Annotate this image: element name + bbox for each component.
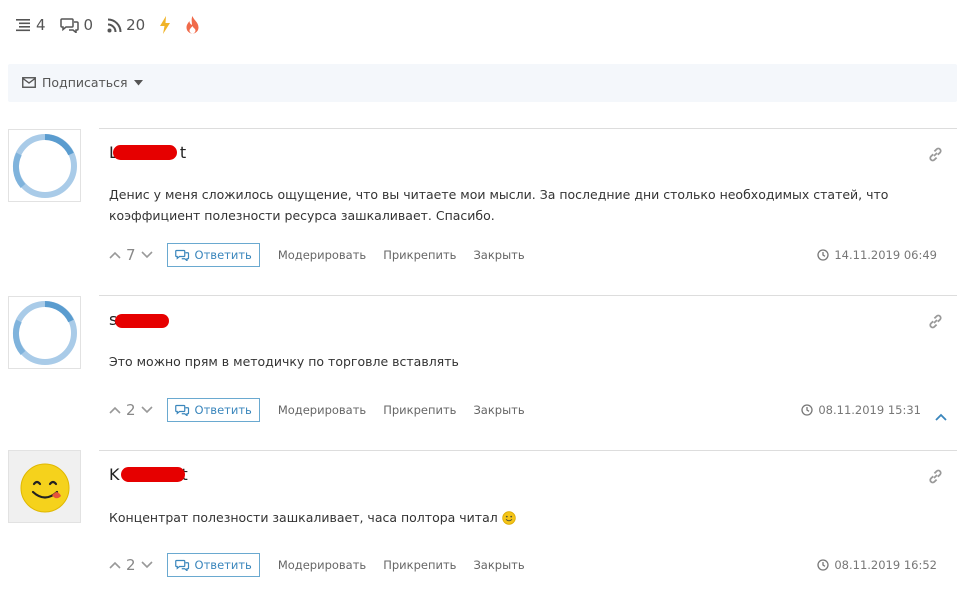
comments-icon: [174, 404, 189, 416]
comments-icon: [174, 249, 189, 261]
vote-widget: 2: [109, 401, 153, 419]
smiley-avatar: [20, 463, 69, 512]
loading-ring-avatar: [12, 300, 77, 365]
comment-body: s Это можно прям в методичку по торговле…: [99, 295, 957, 446]
reply-button[interactable]: Ответить: [166, 398, 260, 422]
chevron-up-icon: [109, 561, 121, 569]
comment-body: Lt Денис у меня сложилось ощущение, что …: [99, 128, 957, 279]
chevron-up-icon: [109, 251, 121, 259]
pin-link[interactable]: Прикрепить: [383, 248, 456, 262]
redaction-mark: [115, 314, 169, 328]
lightning-icon: [160, 16, 171, 34]
chevron-down-icon: [140, 406, 153, 414]
comments-icon: [59, 18, 79, 33]
moderate-link[interactable]: Модерировать: [278, 558, 366, 572]
rss-count: 20: [126, 16, 146, 34]
reply-button[interactable]: Ответить: [166, 553, 260, 577]
chevron-down-icon: [140, 561, 153, 569]
pin-link[interactable]: Прикрепить: [383, 403, 456, 417]
comments-count: 0: [83, 16, 94, 34]
close-link[interactable]: Закрыть: [473, 248, 524, 262]
comment-actions: 2 Ответить Модерировать Прикрепить Закры…: [109, 398, 542, 422]
fire-stat[interactable]: [185, 16, 200, 34]
upvote-button[interactable]: [109, 251, 121, 259]
avatar[interactable]: [8, 129, 81, 202]
upvote-button[interactable]: [109, 406, 121, 414]
subscribe-button[interactable]: Подписаться: [22, 75, 143, 90]
clock-icon: [817, 559, 829, 571]
vote-count: 2: [126, 401, 136, 419]
link-icon: [929, 314, 942, 329]
comment-actions: 7 Ответить Модерировать Прикрепить Закры…: [109, 243, 542, 267]
vote-count: 7: [126, 246, 136, 264]
loading-ring-avatar: [12, 133, 77, 198]
comment-text: Денис у меня сложилось ощущение, что вы …: [109, 187, 889, 223]
permalink-button[interactable]: [928, 147, 943, 166]
comment-actions: 2 Ответить Модерировать Прикрепить Закры…: [109, 553, 542, 577]
list-icon: [16, 19, 30, 32]
upvote-button[interactable]: [109, 561, 121, 569]
posts-stat[interactable]: 4: [16, 16, 46, 34]
collapse-thread-button[interactable]: [935, 406, 947, 425]
stats-bar: 4 0 20: [16, 14, 200, 36]
downvote-button[interactable]: [140, 406, 153, 414]
lightning-stat[interactable]: [159, 16, 171, 34]
comment-date: 08.11.2019 16:52: [817, 558, 937, 572]
vote-count: 2: [126, 556, 136, 574]
comment-text: Концентрат полезности зашкаливает, часа …: [109, 510, 498, 525]
chevron-up-icon: [935, 413, 947, 421]
vote-widget: 7: [109, 246, 153, 264]
link-icon: [929, 147, 942, 162]
downvote-button[interactable]: [140, 561, 153, 569]
pin-link[interactable]: Прикрепить: [383, 558, 456, 572]
rss-icon: [107, 18, 122, 32]
close-link[interactable]: Закрыть: [473, 558, 524, 572]
reply-button[interactable]: Ответить: [166, 243, 260, 267]
moderate-link[interactable]: Модерировать: [278, 248, 366, 262]
clock-icon: [817, 249, 829, 261]
moderate-link[interactable]: Модерировать: [278, 403, 366, 417]
smile-emoji-icon: [502, 510, 516, 525]
redaction-mark: [113, 145, 177, 160]
rss-stat[interactable]: 20: [107, 16, 145, 34]
date-text: 08.11.2019 15:31: [818, 403, 921, 417]
link-icon: [929, 469, 942, 484]
envelope-icon: [22, 77, 36, 88]
posts-count: 4: [36, 16, 46, 34]
chevron-down-icon: [140, 251, 153, 259]
comment-date: 14.11.2019 06:49: [817, 248, 937, 262]
comment-text: Это можно прям в методичку по торговле в…: [109, 354, 459, 369]
fire-icon: [186, 16, 199, 34]
subscribe-label: Подписаться: [42, 75, 128, 90]
comment-text-row: Концентрат полезности зашкаливает, часа …: [109, 507, 889, 528]
avatar[interactable]: [8, 450, 81, 523]
reply-label: Ответить: [194, 558, 252, 572]
subscribe-bar: Подписаться: [8, 64, 957, 102]
clock-icon: [801, 404, 813, 416]
downvote-button[interactable]: [140, 251, 153, 259]
date-text: 14.11.2019 06:49: [834, 248, 937, 262]
comments-stat[interactable]: 0: [59, 16, 94, 34]
comment-date: 08.11.2019 15:31: [801, 403, 921, 417]
permalink-button[interactable]: [928, 469, 943, 488]
comments-icon: [174, 559, 189, 571]
avatar[interactable]: [8, 296, 81, 369]
vote-widget: 2: [109, 556, 153, 574]
permalink-button[interactable]: [928, 314, 943, 333]
date-text: 08.11.2019 16:52: [834, 558, 937, 572]
close-link[interactable]: Закрыть: [473, 403, 524, 417]
redaction-mark: [121, 467, 185, 482]
reply-label: Ответить: [194, 403, 252, 417]
caret-down-icon: [133, 79, 143, 85]
reply-label: Ответить: [194, 248, 252, 262]
comment-body: Kt Концентрат полезности зашкаливает, ча…: [99, 450, 957, 601]
chevron-up-icon: [109, 406, 121, 414]
